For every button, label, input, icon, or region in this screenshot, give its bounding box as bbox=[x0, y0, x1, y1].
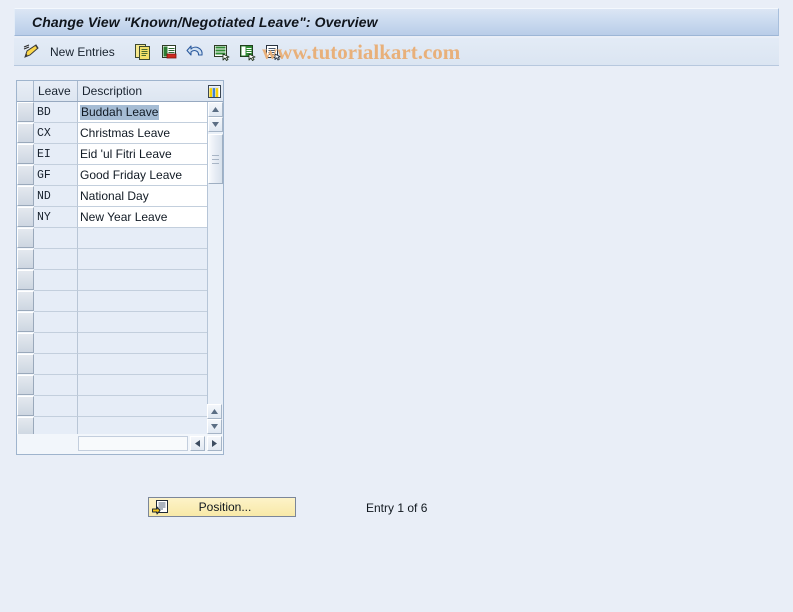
scroll-page-up-icon[interactable] bbox=[207, 404, 222, 419]
undo-icon[interactable] bbox=[184, 41, 208, 63]
scroll-left-icon[interactable] bbox=[190, 435, 205, 451]
table-row[interactable]: GF Good Friday Leave bbox=[17, 165, 207, 186]
row-selector-button[interactable] bbox=[17, 396, 34, 416]
table-row[interactable]: NY New Year Leave bbox=[17, 207, 207, 228]
table-row-empty[interactable] bbox=[17, 291, 207, 312]
page-title: Change View "Known/Negotiated Leave": Ov… bbox=[32, 14, 378, 30]
window-title-bar: Change View "Known/Negotiated Leave": Ov… bbox=[14, 8, 779, 36]
pencil-icon[interactable] bbox=[19, 41, 43, 63]
copy-as-icon[interactable] bbox=[132, 41, 156, 63]
cell-description[interactable] bbox=[78, 228, 207, 249]
table-row[interactable]: EI Eid 'ul Fitri Leave bbox=[17, 144, 207, 165]
cell-leave[interactable] bbox=[34, 312, 78, 333]
cell-leave[interactable] bbox=[34, 417, 78, 434]
table-row-empty[interactable] bbox=[17, 396, 207, 417]
cell-leave[interactable] bbox=[34, 396, 78, 417]
row-selector-button[interactable] bbox=[17, 417, 34, 434]
cell-leave[interactable]: BD bbox=[34, 102, 78, 123]
table-row-empty[interactable] bbox=[17, 270, 207, 291]
row-selector-button[interactable] bbox=[17, 123, 34, 143]
row-selector-button[interactable] bbox=[17, 333, 34, 353]
column-header-leave[interactable]: Leave bbox=[34, 81, 78, 101]
scroll-page-down-icon[interactable] bbox=[207, 419, 222, 434]
scrollbar-thumb[interactable] bbox=[208, 134, 223, 184]
cell-description[interactable]: Buddah Leave bbox=[78, 102, 207, 123]
cell-leave[interactable] bbox=[34, 333, 78, 354]
new-entries-button[interactable]: New Entries bbox=[44, 45, 125, 59]
vertical-scrollbar-bottom-buttons bbox=[207, 404, 223, 434]
position-button[interactable]: Position... bbox=[148, 497, 296, 517]
scroll-right-icon[interactable] bbox=[207, 435, 222, 451]
grid-body: BD Buddah Leave CX Christmas Leave EI Eid 'ul… bbox=[17, 102, 207, 434]
delete-icon[interactable] bbox=[158, 41, 182, 63]
cell-description[interactable] bbox=[78, 396, 207, 417]
row-selector-button[interactable] bbox=[17, 207, 34, 227]
application-toolbar: New Entries bbox=[14, 38, 779, 66]
cell-leave[interactable]: ND bbox=[34, 186, 78, 207]
cell-description[interactable]: New Year Leave bbox=[78, 207, 207, 228]
cell-description[interactable] bbox=[78, 375, 207, 396]
table-row[interactable]: ND National Day bbox=[17, 186, 207, 207]
cell-description[interactable] bbox=[78, 270, 207, 291]
cell-leave[interactable] bbox=[34, 354, 78, 375]
row-selector-button[interactable] bbox=[17, 354, 34, 374]
deselect-all-icon[interactable] bbox=[236, 41, 260, 63]
data-grid-panel: Leave Description BD Buddah Leave CX Christ… bbox=[16, 80, 224, 455]
cell-description[interactable] bbox=[78, 249, 207, 270]
details-icon[interactable] bbox=[262, 41, 286, 63]
table-row[interactable]: CX Christmas Leave bbox=[17, 123, 207, 144]
select-all-icon[interactable] bbox=[210, 41, 234, 63]
table-row-empty[interactable] bbox=[17, 312, 207, 333]
cell-description[interactable] bbox=[78, 417, 207, 434]
row-selector-button[interactable] bbox=[17, 165, 34, 185]
position-goto-icon bbox=[151, 499, 169, 515]
row-selector-button[interactable] bbox=[17, 312, 34, 332]
row-selector-button[interactable] bbox=[17, 375, 34, 395]
cell-leave[interactable]: GF bbox=[34, 165, 78, 186]
cell-leave[interactable] bbox=[34, 249, 78, 270]
table-row-empty[interactable] bbox=[17, 417, 207, 434]
cell-description[interactable] bbox=[78, 312, 207, 333]
cell-leave[interactable]: CX bbox=[34, 123, 78, 144]
cell-leave[interactable] bbox=[34, 291, 78, 312]
cell-leave[interactable]: EI bbox=[34, 144, 78, 165]
table-row-empty[interactable] bbox=[17, 249, 207, 270]
grid-corner-cell bbox=[17, 81, 34, 101]
table-row-empty[interactable] bbox=[17, 333, 207, 354]
scroll-down-icon[interactable] bbox=[208, 117, 223, 132]
column-header-description[interactable]: Description bbox=[78, 81, 206, 101]
grid-header-row: Leave Description bbox=[17, 81, 223, 102]
cell-leave[interactable] bbox=[34, 270, 78, 291]
row-selector-button[interactable] bbox=[17, 144, 34, 164]
row-selector-button[interactable] bbox=[17, 102, 34, 122]
entry-status-text: Entry 1 of 6 bbox=[366, 501, 428, 515]
cell-description[interactable] bbox=[78, 354, 207, 375]
scroll-up-icon[interactable] bbox=[208, 102, 223, 117]
scroll-thumb-grip-icon bbox=[212, 154, 219, 164]
cell-description[interactable]: Eid 'ul Fitri Leave bbox=[78, 144, 207, 165]
cell-description[interactable] bbox=[78, 333, 207, 354]
table-row-empty[interactable] bbox=[17, 375, 207, 396]
row-selector-button[interactable] bbox=[17, 270, 34, 290]
position-button-label: Position... bbox=[198, 500, 252, 514]
table-select-all-icon[interactable] bbox=[206, 81, 223, 101]
horizontal-scrollbar[interactable] bbox=[78, 435, 222, 451]
cell-description[interactable]: National Day bbox=[78, 186, 207, 207]
cell-leave[interactable]: NY bbox=[34, 207, 78, 228]
cell-leave[interactable] bbox=[34, 228, 78, 249]
table-row[interactable]: BD Buddah Leave bbox=[17, 102, 207, 123]
cell-description[interactable] bbox=[78, 291, 207, 312]
cell-description[interactable]: Christmas Leave bbox=[78, 123, 207, 144]
row-selector-button[interactable] bbox=[17, 186, 34, 206]
cell-leave[interactable] bbox=[34, 375, 78, 396]
table-row-empty[interactable] bbox=[17, 354, 207, 375]
vertical-scrollbar[interactable] bbox=[207, 102, 223, 434]
row-selector-button[interactable] bbox=[17, 249, 34, 269]
row-selector-button[interactable] bbox=[17, 228, 34, 248]
cell-description[interactable]: Good Friday Leave bbox=[78, 165, 207, 186]
row-selector-button[interactable] bbox=[17, 291, 34, 311]
table-row-empty[interactable] bbox=[17, 228, 207, 249]
horizontal-scrollbar-track[interactable] bbox=[78, 435, 188, 451]
selected-cell-text: Buddah Leave bbox=[80, 104, 160, 120]
